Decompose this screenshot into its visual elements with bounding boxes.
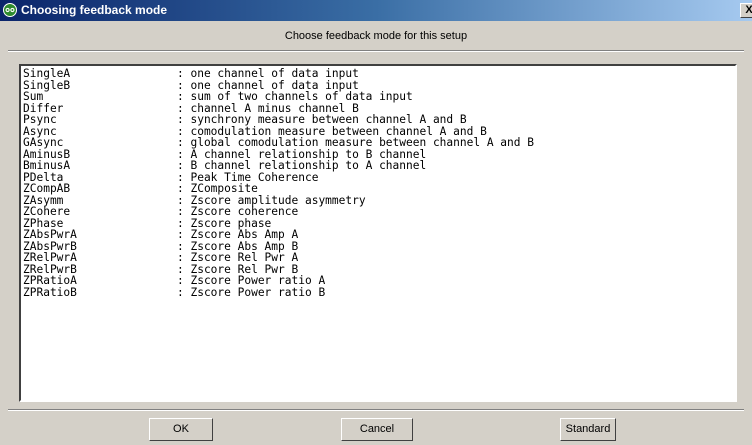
mode-description: : Zscore coherence xyxy=(177,205,299,218)
mode-description: : B channel relationship to A channel xyxy=(177,159,427,172)
mode-name: ZCohere xyxy=(23,205,71,218)
feedback-mode-list[interactable]: SingleA: one channel of data input Single… xyxy=(19,64,737,402)
mode-name: ZPRatioA xyxy=(23,274,77,287)
ok-button[interactable]: OK xyxy=(149,418,213,441)
mode-description: : Zscore Power ratio A xyxy=(177,274,326,287)
window-title: Choosing feedback mode xyxy=(21,3,168,17)
mode-name: ZPRatioB xyxy=(23,285,77,299)
title-bar[interactable]: Choosing feedback mode X xyxy=(0,0,752,21)
mode-description: : ZComposite xyxy=(177,182,258,195)
mode-name: ZRelPwrA xyxy=(23,251,77,264)
mode-description: : Zscore Rel Pwr A xyxy=(177,251,299,264)
mode-description: : synchrony measure between channel A an… xyxy=(177,113,467,126)
mode-description: : sum of two channels of data input xyxy=(177,90,413,103)
mode-name: Sum xyxy=(23,90,44,103)
standard-button[interactable]: Standard xyxy=(560,418,616,441)
close-icon: X xyxy=(745,4,752,16)
mode-description: : one channel of data input xyxy=(177,67,359,80)
mode-name: Psync xyxy=(23,113,57,126)
mode-name: GAsync xyxy=(23,136,64,149)
app-icon xyxy=(3,3,17,17)
close-button[interactable]: X xyxy=(740,3,752,18)
mode-description: : Zscore Power ratio B xyxy=(177,285,326,299)
mode-description: : Zscore Abs Amp A xyxy=(177,228,299,241)
cancel-button[interactable]: Cancel xyxy=(341,418,413,441)
mode-name: ZCompAB xyxy=(23,182,71,195)
header-divider xyxy=(8,50,744,52)
mode-name: ZAbsPwrA xyxy=(23,228,77,241)
mode-description: : global comodulation measure between ch… xyxy=(177,136,534,149)
footer-divider xyxy=(8,409,744,411)
mode-name: SingleA xyxy=(23,67,71,80)
dialog-subtitle: Choose feedback mode for this setup xyxy=(284,30,468,42)
dialog-window: Choosing feedback mode X Choose feedback… xyxy=(0,0,752,445)
mode-name: BminusA xyxy=(23,159,71,172)
